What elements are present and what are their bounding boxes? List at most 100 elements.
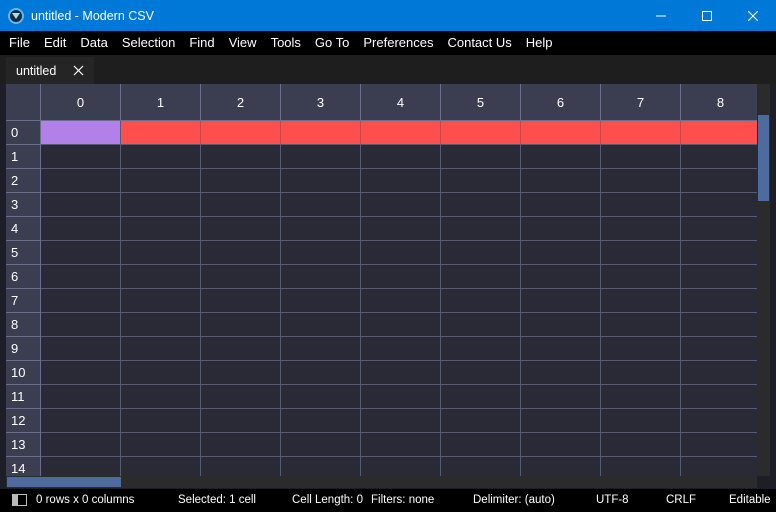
grid-cell[interactable] (41, 265, 121, 289)
grid-cell[interactable] (601, 337, 681, 361)
menu-view[interactable]: View (222, 31, 264, 55)
grid-cell[interactable] (681, 433, 757, 457)
menu-go-to[interactable]: Go To (308, 31, 356, 55)
grid-cell[interactable] (681, 169, 757, 193)
grid-cell[interactable] (681, 289, 757, 313)
grid-cell[interactable] (441, 145, 521, 169)
grid-cell[interactable] (281, 433, 361, 457)
menu-help[interactable]: Help (519, 31, 560, 55)
grid-cell[interactable] (281, 121, 361, 145)
title-bar[interactable]: untitled - Modern CSV (0, 0, 776, 31)
column-header-2[interactable]: 2 (201, 84, 281, 121)
grid-cell[interactable] (601, 121, 681, 145)
grid-cell[interactable] (441, 121, 521, 145)
menu-data[interactable]: Data (73, 31, 114, 55)
grid-cell[interactable] (121, 241, 201, 265)
grid-cell[interactable] (521, 409, 601, 433)
grid-cell[interactable] (521, 217, 601, 241)
grid-cell[interactable] (121, 385, 201, 409)
grid-cell[interactable] (281, 457, 361, 476)
grid-cell[interactable] (201, 337, 281, 361)
grid-cell[interactable] (201, 361, 281, 385)
grid-cell[interactable] (601, 457, 681, 476)
grid-cell[interactable] (41, 385, 121, 409)
row-header-3[interactable]: 3 (6, 193, 41, 217)
row-header-2[interactable]: 2 (6, 169, 41, 193)
row-header-12[interactable]: 12 (6, 409, 41, 433)
column-header-3[interactable]: 3 (281, 84, 361, 121)
column-header-7[interactable]: 7 (601, 84, 681, 121)
grid-cell[interactable] (361, 169, 441, 193)
grid-cell[interactable] (121, 313, 201, 337)
grid-cell[interactable] (361, 337, 441, 361)
grid-cell[interactable] (281, 385, 361, 409)
row-header-13[interactable]: 13 (6, 433, 41, 457)
grid-cell[interactable] (521, 121, 601, 145)
grid-cell[interactable] (601, 313, 681, 337)
grid-cell[interactable] (201, 241, 281, 265)
maximize-button[interactable] (684, 0, 730, 31)
panel-toggle-icon[interactable] (12, 494, 27, 506)
grid-cell[interactable] (681, 409, 757, 433)
grid-cell[interactable] (521, 337, 601, 361)
grid-cell[interactable] (601, 241, 681, 265)
grid-cell[interactable] (441, 457, 521, 476)
grid-cell[interactable] (201, 121, 281, 145)
grid-cell[interactable] (281, 313, 361, 337)
grid-cell[interactable] (121, 361, 201, 385)
grid-cell[interactable] (601, 145, 681, 169)
menu-tools[interactable]: Tools (264, 31, 308, 55)
grid-cell[interactable] (521, 313, 601, 337)
grid-cell[interactable] (441, 217, 521, 241)
grid-cell[interactable] (521, 361, 601, 385)
grid-cell[interactable] (521, 385, 601, 409)
grid-cell[interactable] (521, 457, 601, 476)
grid-cell[interactable] (521, 169, 601, 193)
spreadsheet-grid[interactable]: 0 1 2 3 4 5 6 7 8 0 1 2 3 4 5 6 7 8 9 10 11 12 13 14 (6, 84, 757, 476)
grid-cell[interactable] (681, 361, 757, 385)
grid-cell[interactable] (41, 145, 121, 169)
grid-cell[interactable] (361, 457, 441, 476)
grid-cell[interactable] (281, 193, 361, 217)
grid-cell[interactable] (361, 121, 441, 145)
grid-cell[interactable] (41, 409, 121, 433)
grid-cell[interactable] (361, 385, 441, 409)
grid-cell[interactable] (681, 313, 757, 337)
grid-cell[interactable] (121, 457, 201, 476)
grid-cell[interactable] (441, 289, 521, 313)
grid-cell[interactable] (441, 313, 521, 337)
grid-cell[interactable] (41, 361, 121, 385)
grid-cell[interactable] (361, 217, 441, 241)
close-icon[interactable] (73, 65, 84, 76)
column-header-0[interactable]: 0 (41, 84, 121, 121)
menu-find[interactable]: Find (182, 31, 221, 55)
grid-cell[interactable] (681, 241, 757, 265)
grid-cell[interactable] (681, 217, 757, 241)
grid-cell[interactable] (601, 193, 681, 217)
column-header-4[interactable]: 4 (361, 84, 441, 121)
grid-cell[interactable] (441, 265, 521, 289)
grid-cell[interactable] (41, 169, 121, 193)
grid-cell[interactable] (441, 337, 521, 361)
grid-cell[interactable] (601, 169, 681, 193)
vertical-scrollbar[interactable] (757, 84, 770, 476)
minimize-button[interactable] (638, 0, 684, 31)
grid-cell[interactable] (361, 193, 441, 217)
column-header-8[interactable]: 8 (681, 84, 757, 121)
grid-cell[interactable] (281, 145, 361, 169)
grid-cell[interactable] (121, 265, 201, 289)
row-header-10[interactable]: 10 (6, 361, 41, 385)
grid-cell[interactable] (201, 385, 281, 409)
horizontal-scrollbar[interactable] (6, 476, 757, 488)
grid-cell[interactable] (681, 121, 757, 145)
vertical-scroll-thumb[interactable] (758, 115, 769, 201)
grid-cell[interactable] (521, 433, 601, 457)
grid-cell[interactable] (521, 193, 601, 217)
grid-cell[interactable] (201, 289, 281, 313)
grid-cell[interactable] (521, 265, 601, 289)
grid-cell[interactable] (41, 193, 121, 217)
grid-cell[interactable] (121, 289, 201, 313)
grid-cell[interactable] (361, 433, 441, 457)
grid-cell[interactable] (361, 361, 441, 385)
grid-cell[interactable] (441, 193, 521, 217)
